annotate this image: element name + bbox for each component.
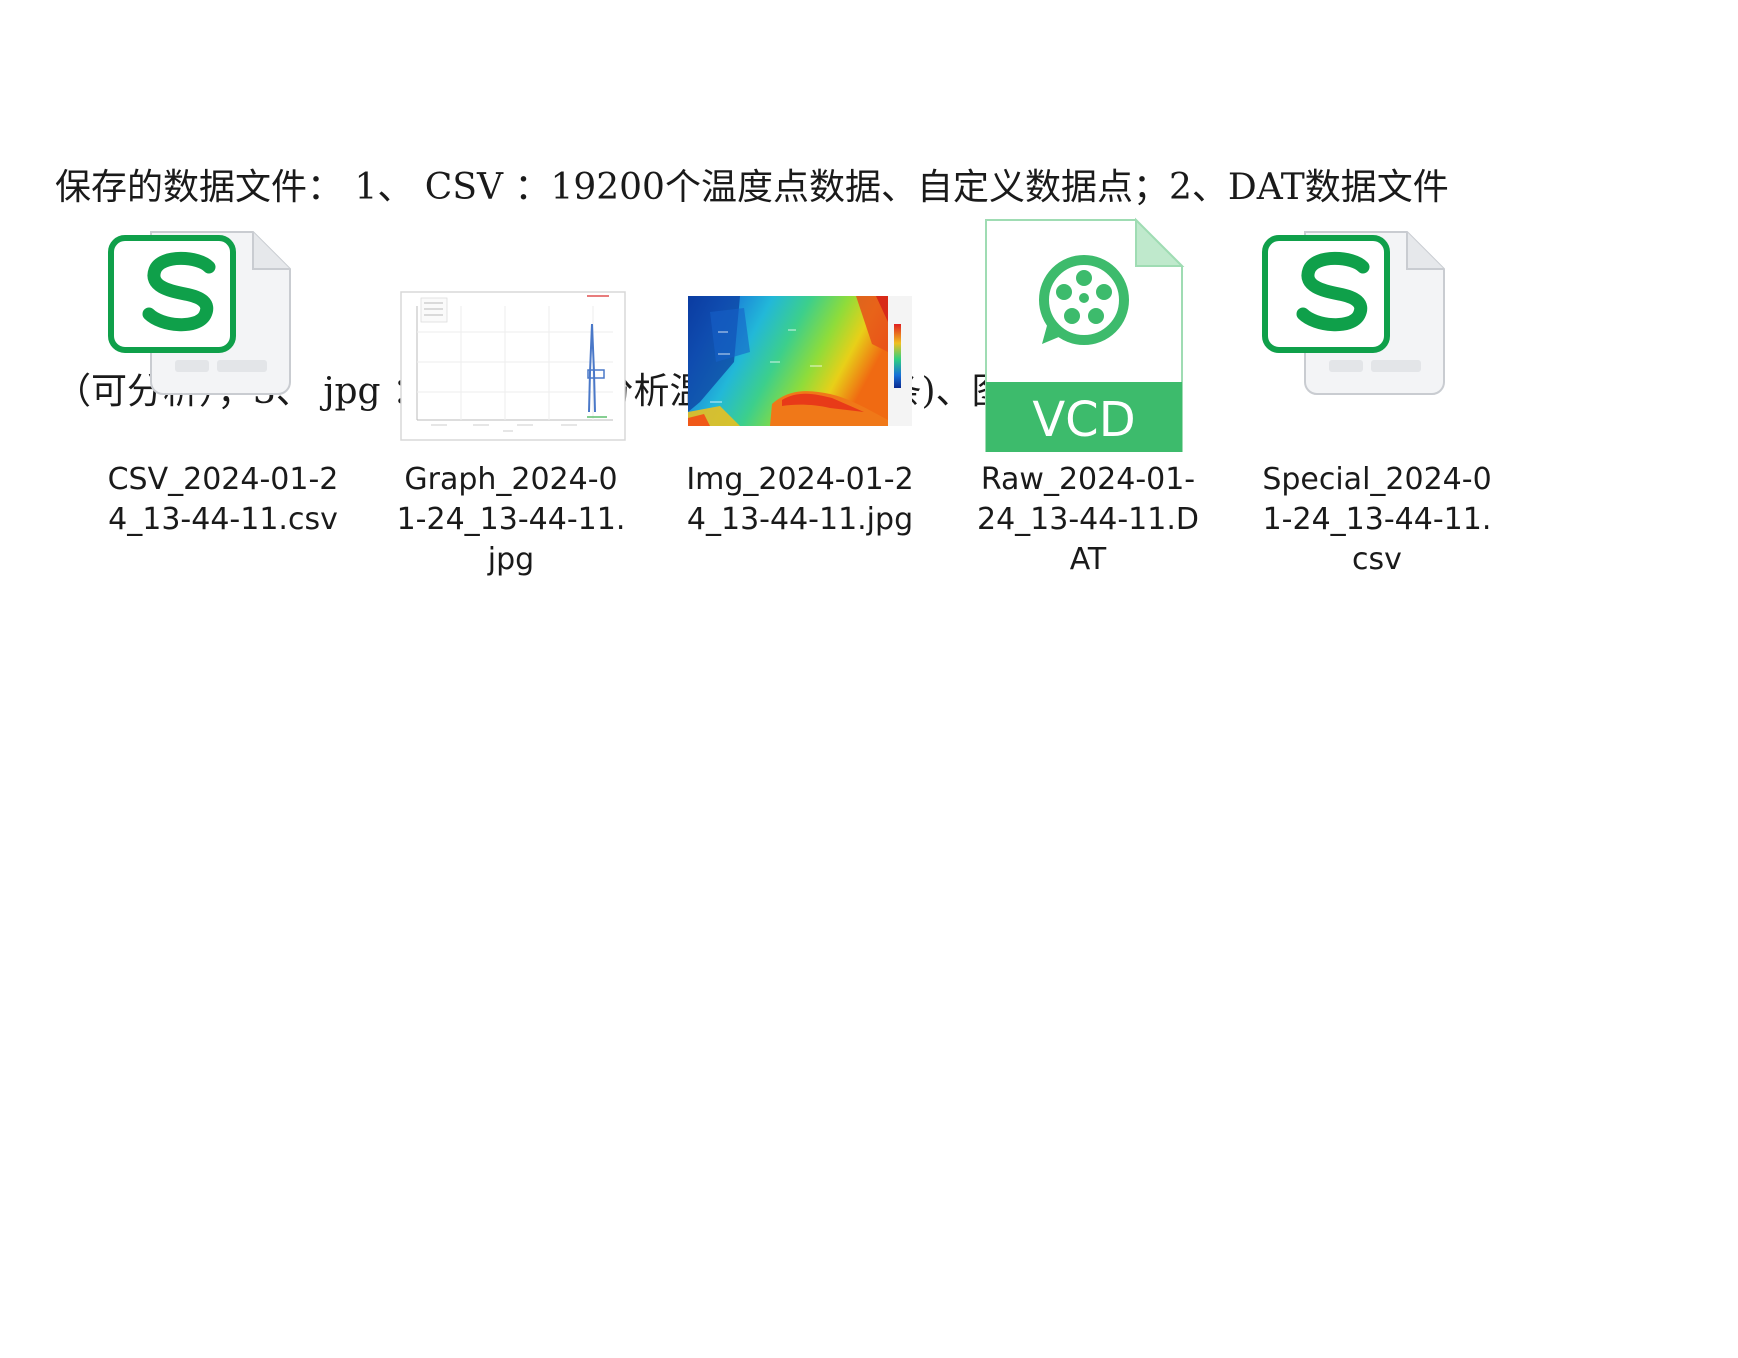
spreadsheet-s-icon bbox=[103, 212, 343, 452]
file-name: Img_2024-01-24_13-44-11.jpg bbox=[686, 462, 914, 537]
vcd-video-file-icon: VCD bbox=[968, 212, 1208, 452]
file-item-graph-jpg[interactable]: Graph_2024-01-24_13-44-11.jpg bbox=[391, 212, 631, 580]
file-name: Special_2024-01-24_13-44-11.csv bbox=[1262, 462, 1492, 577]
spreadsheet-s-icon bbox=[1257, 212, 1497, 452]
file-item-raw-dat[interactable]: VCD Raw_2024-01-24_13-44-11.DAT bbox=[968, 212, 1208, 580]
graph-thumbnail bbox=[391, 212, 631, 452]
file-name: Graph_2024-01-24_13-44-11.jpg bbox=[396, 462, 626, 577]
file-name: CSV_2024-01-24_13-44-11.csv bbox=[107, 462, 339, 537]
file-item-csv[interactable]: CSV_2024-01-24_13-44-11.csv bbox=[103, 212, 343, 540]
file-item-image-jpg[interactable]: Img_2024-01-24_13-44-11.jpg bbox=[680, 212, 920, 540]
file-name: Raw_2024-01-24_13-44-11.DAT bbox=[977, 462, 1199, 577]
thermal-image-thumbnail bbox=[680, 212, 920, 452]
vcd-badge-text: VCD bbox=[1032, 392, 1135, 448]
file-item-special-csv[interactable]: Special_2024-01-24_13-44-11.csv bbox=[1257, 212, 1497, 580]
